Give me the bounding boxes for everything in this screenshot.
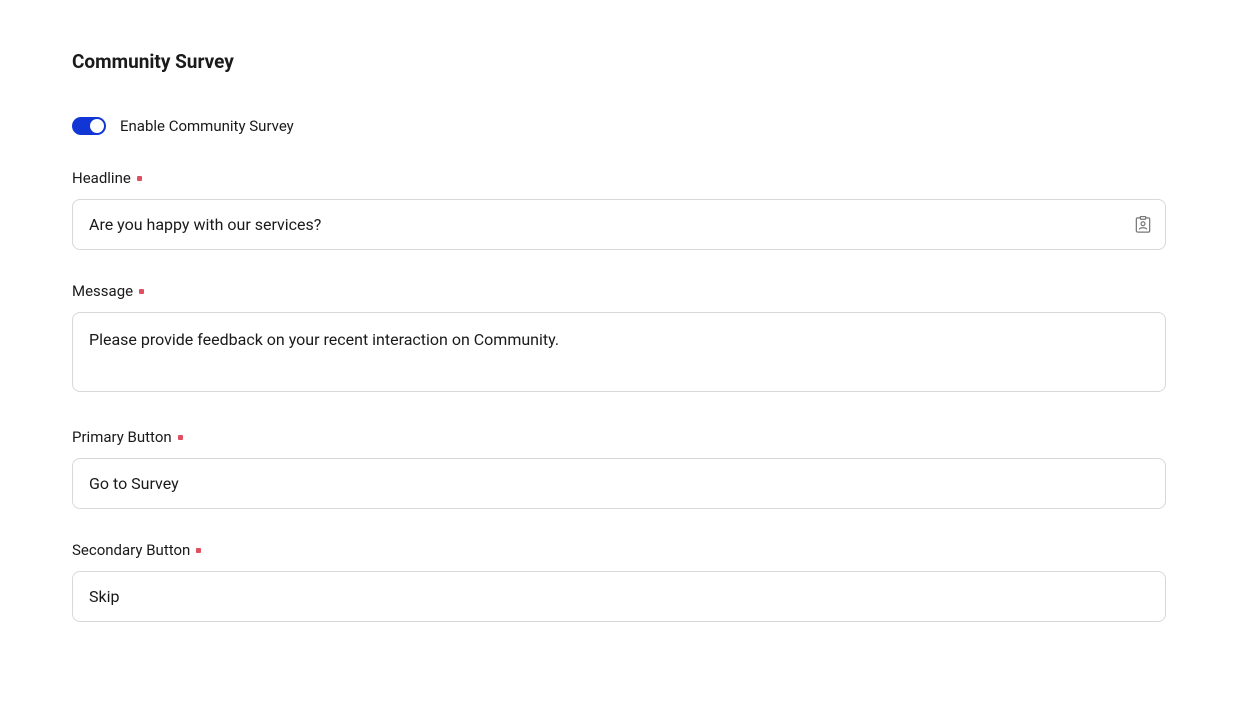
message-textarea[interactable] — [72, 312, 1166, 392]
required-marker — [178, 435, 183, 440]
required-marker — [139, 289, 144, 294]
headline-input-wrapper — [72, 199, 1166, 250]
secondary-button-input[interactable] — [72, 571, 1166, 622]
primary-button-group: Primary Button — [72, 428, 1166, 509]
enable-survey-toggle-row: Enable Community Survey — [72, 117, 1166, 135]
primary-button-input[interactable] — [72, 458, 1166, 509]
primary-button-label-text: Primary Button — [72, 428, 172, 446]
enable-survey-toggle-label: Enable Community Survey — [120, 117, 294, 135]
headline-group: Headline — [72, 169, 1166, 250]
required-marker — [196, 548, 201, 553]
required-marker — [137, 176, 142, 181]
headline-input[interactable] — [72, 199, 1166, 250]
enable-survey-toggle[interactable] — [72, 117, 106, 135]
toggle-knob — [90, 119, 104, 133]
secondary-button-label-text: Secondary Button — [72, 541, 190, 559]
primary-button-label: Primary Button — [72, 428, 1166, 446]
message-group: Message — [72, 282, 1166, 396]
secondary-button-label: Secondary Button — [72, 541, 1166, 559]
contact-card-icon[interactable] — [1134, 215, 1152, 235]
headline-label-text: Headline — [72, 169, 131, 187]
message-label: Message — [72, 282, 1166, 300]
page-title: Community Survey — [72, 50, 1166, 73]
secondary-button-group: Secondary Button — [72, 541, 1166, 622]
headline-label: Headline — [72, 169, 1166, 187]
message-label-text: Message — [72, 282, 133, 300]
